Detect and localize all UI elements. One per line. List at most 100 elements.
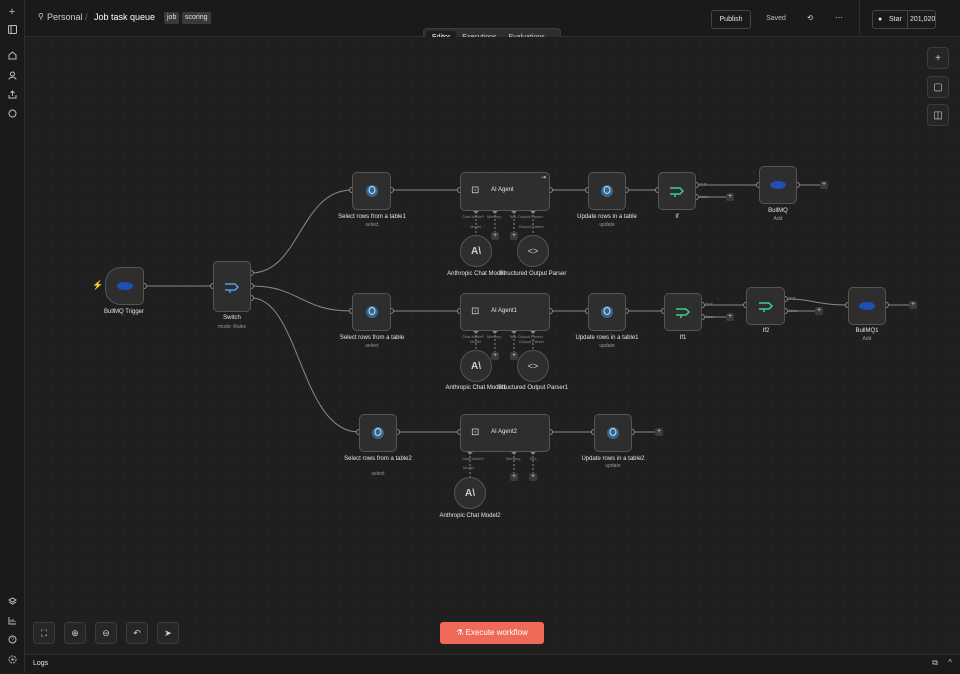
port-label: Memory bbox=[487, 214, 502, 219]
add-tool-button[interactable]: + bbox=[510, 232, 518, 240]
port-label: Model bbox=[470, 339, 481, 344]
node-label: Switch bbox=[223, 315, 241, 321]
if-node[interactable] bbox=[664, 293, 702, 331]
select-cursor-icon[interactable]: ➤ bbox=[157, 622, 179, 644]
bullmq-node[interactable] bbox=[759, 166, 797, 204]
node-label: BullMQ1 bbox=[855, 328, 879, 334]
port-label: Chat Model* bbox=[462, 456, 485, 461]
node-label: AI Agent1 bbox=[491, 308, 518, 314]
branch-label: true bbox=[700, 181, 707, 186]
node-label: AI Agent bbox=[491, 187, 514, 193]
ai-agent-node[interactable]: ⊡ AI Agent2 bbox=[460, 414, 550, 452]
chevron-up-icon[interactable]: ^ bbox=[948, 658, 952, 667]
node-label: AI Agent2 bbox=[491, 429, 518, 435]
node-sublabel: select bbox=[371, 471, 385, 477]
anthropic-model-node[interactable]: A\ bbox=[460, 350, 492, 382]
port-label: Model bbox=[470, 224, 481, 229]
branch-label: true bbox=[706, 301, 713, 306]
postgres-icon bbox=[607, 427, 619, 439]
if-icon bbox=[758, 302, 773, 312]
node-label: Anthropic Chat Model2 bbox=[439, 513, 501, 519]
if-node[interactable] bbox=[658, 172, 696, 210]
node-label: Update rows in a table2 bbox=[581, 456, 645, 462]
panel-toggle-icon[interactable]: ◫ bbox=[927, 104, 949, 126]
node-label: BullMQ Trigger bbox=[103, 309, 144, 315]
node-sublabel: update bbox=[599, 343, 615, 349]
add-node-button[interactable]: + bbox=[815, 307, 823, 315]
postgres-node[interactable] bbox=[352, 293, 391, 331]
port-label: Output Parser bbox=[518, 214, 543, 219]
add-node-button[interactable]: + bbox=[909, 301, 917, 309]
bullmq-icon bbox=[117, 282, 133, 290]
switch-node[interactable] bbox=[213, 261, 251, 312]
output-parser-node[interactable]: <> bbox=[517, 350, 549, 382]
postgres-icon bbox=[601, 185, 613, 197]
fit-view-icon[interactable]: ⛶ bbox=[33, 622, 55, 644]
if-icon bbox=[670, 187, 685, 197]
ai-agent-node[interactable]: ⊡ AI Agent1 bbox=[460, 293, 550, 331]
zoom-in-icon[interactable]: ⊕ bbox=[64, 622, 86, 644]
postgres-icon bbox=[365, 185, 378, 197]
port-label: Memory bbox=[487, 334, 502, 339]
sticky-note-icon[interactable]: ▢ bbox=[927, 76, 949, 98]
add-node-button[interactable]: + bbox=[655, 428, 663, 436]
add-tool-button[interactable]: + bbox=[529, 473, 537, 481]
add-tool-button[interactable]: + bbox=[510, 352, 518, 360]
flask-icon: ⚗ bbox=[456, 628, 466, 637]
add-node-button[interactable]: + bbox=[726, 193, 734, 201]
add-node-button[interactable]: + bbox=[820, 181, 828, 189]
execute-workflow-button[interactable]: ⚗ Execute workflow bbox=[440, 622, 544, 644]
postgres-node[interactable] bbox=[588, 293, 626, 331]
port-label: Chat Model* bbox=[462, 214, 485, 219]
bullmq-icon bbox=[770, 181, 786, 189]
node-sublabel: update bbox=[605, 463, 621, 469]
popout-icon[interactable]: ⧉ bbox=[932, 658, 938, 668]
node-sublabel: update bbox=[599, 222, 615, 228]
node-label: If1 bbox=[679, 335, 687, 341]
postgres-node[interactable] bbox=[588, 172, 626, 210]
anthropic-icon: A\ bbox=[471, 360, 481, 372]
anthropic-model-node[interactable]: A\ bbox=[454, 477, 486, 509]
add-node-icon[interactable]: + bbox=[927, 47, 949, 69]
logs-bar[interactable]: Logs ⧉ ^ bbox=[25, 654, 960, 674]
add-memory-button[interactable]: + bbox=[510, 473, 518, 481]
postgres-node[interactable] bbox=[352, 172, 391, 210]
anthropic-model-node[interactable]: A\ bbox=[460, 235, 492, 267]
node-label: If2 bbox=[762, 328, 770, 334]
add-memory-button[interactable]: + bbox=[491, 232, 499, 240]
output-parser-node[interactable]: <> bbox=[517, 235, 549, 267]
node-label: Select rows from a table1 bbox=[338, 214, 406, 220]
if-node[interactable] bbox=[746, 287, 785, 325]
ai-agent-node[interactable]: ⊡ AI Agent ⇥ bbox=[460, 172, 550, 211]
postgres-icon bbox=[365, 306, 378, 318]
anthropic-icon: A\ bbox=[465, 487, 475, 499]
branch-label: true bbox=[789, 295, 796, 300]
trigger-link-icon: ⇥ bbox=[540, 175, 546, 181]
node-label: Select rows from a table bbox=[339, 335, 405, 341]
port-label: Memory bbox=[506, 456, 521, 461]
postgres-icon bbox=[372, 427, 384, 439]
anthropic-icon: A\ bbox=[471, 245, 481, 257]
add-memory-button[interactable]: + bbox=[491, 352, 499, 360]
execute-label: Execute workflow bbox=[465, 628, 528, 637]
robot-icon: ⊡ bbox=[471, 427, 480, 438]
node-label: Structured Output Parser bbox=[499, 271, 567, 277]
node-sublabel: mode: Rules bbox=[217, 324, 247, 330]
branch-label: false bbox=[706, 314, 715, 319]
robot-icon: ⊡ bbox=[471, 306, 480, 317]
port-label: Output Parser bbox=[519, 339, 544, 344]
postgres-node[interactable] bbox=[594, 414, 632, 452]
bullmq-icon bbox=[859, 302, 875, 310]
postgres-node[interactable] bbox=[359, 414, 397, 452]
bullmq-trigger-node[interactable] bbox=[105, 267, 144, 305]
robot-icon: ⊡ bbox=[471, 185, 480, 196]
undo-icon[interactable]: ↶ bbox=[126, 622, 148, 644]
if-icon bbox=[676, 308, 691, 318]
branch-label: false bbox=[789, 308, 798, 313]
add-node-button[interactable]: + bbox=[726, 313, 734, 321]
node-sublabel: select bbox=[365, 222, 379, 228]
bullmq-node[interactable] bbox=[848, 287, 886, 325]
code-icon: <> bbox=[527, 361, 539, 371]
zoom-out-icon[interactable]: ⊖ bbox=[95, 622, 117, 644]
postgres-icon bbox=[601, 306, 613, 318]
